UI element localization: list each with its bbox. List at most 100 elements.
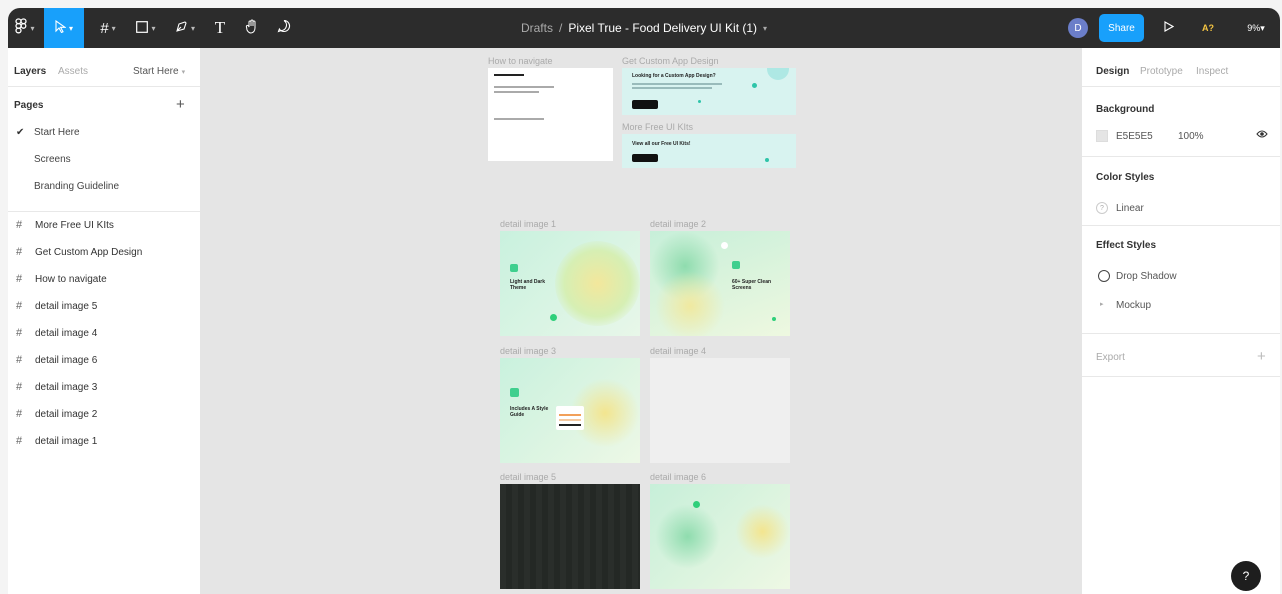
tab-design[interactable]: Design [1096,66,1129,77]
breadcrumb-drafts[interactable]: Drafts [521,21,553,35]
page-selector[interactable]: Start Here ▾ [133,66,185,77]
play-icon [1164,19,1175,37]
help-button[interactable]: ? [1231,561,1261,591]
figma-window: ▾ ▾ # ▾ ▾ ▾ T Drafts / Pixel True - Food … [8,8,1280,594]
comment-tool-button[interactable] [272,8,296,48]
frame-detail-image-3[interactable]: Includes A Style Guide [500,358,640,463]
tab-inspect[interactable]: Inspect [1196,66,1228,77]
chevron-down-icon: ▾ [151,23,156,33]
chevron-down-icon: ▾ [181,69,186,76]
move-tool-button[interactable]: ▾ [44,8,84,48]
canvas[interactable]: How to navigate Get Custom App Design Lo… [202,48,1081,594]
layer-label: detail image 2 [35,408,98,420]
page-item-screens[interactable]: Screens [34,154,71,165]
frame-more-free-ui-kits[interactable]: View all our Free UI Kits! [622,134,796,168]
layer-item[interactable]: # detail image 1 [16,431,97,451]
accessibility-warning[interactable]: A? [1196,8,1220,48]
frame-label-detail-image-4[interactable]: detail image 4 [650,346,706,356]
layer-item[interactable]: # Get Custom App Design [16,242,142,262]
frame-label-detail-image-6[interactable]: detail image 6 [650,472,706,482]
chevron-down-icon: ▾ [30,23,35,33]
layer-label: detail image 4 [35,327,98,339]
frame-icon: # [16,408,23,420]
tab-assets[interactable]: Assets [58,66,88,77]
custom-heading: Looking for a Custom App Design? [632,73,716,79]
frame-icon: # [16,246,23,258]
current-page: Start Here [133,66,179,77]
frame-icon: # [100,19,109,37]
background-opacity[interactable]: 100% [1178,131,1204,142]
text-icon: T [214,18,226,37]
layer-item[interactable]: # How to navigate [16,269,107,289]
color-styles-title: Color Styles [1096,172,1155,183]
frame-label-detail-image-1[interactable]: detail image 1 [500,219,556,229]
main-menu-button[interactable]: ▾ [8,8,42,48]
layer-label: detail image 3 [35,381,98,393]
add-page-icon[interactable]: + [176,96,185,113]
frame-icon: # [16,300,23,312]
hand-tool-button[interactable] [240,8,264,48]
frame-label-detail-image-2[interactable]: detail image 2 [650,219,706,229]
present-button[interactable] [1160,8,1178,48]
zoom-level: 9% [1247,23,1261,33]
layer-label: How to navigate [35,273,107,285]
layer-label: Get Custom App Design [35,246,143,258]
frame-detail-image-5[interactable] [500,484,640,589]
chevron-down-icon[interactable]: ▾ [763,24,767,33]
effect-group-mockup[interactable]: Mockup [1116,300,1151,311]
shape-tool-button[interactable]: ▾ [128,8,164,48]
effect-styles-title: Effect Styles [1096,240,1157,251]
background-hex[interactable]: E5E5E5 [1116,131,1153,142]
layer-item[interactable]: # detail image 3 [16,377,97,397]
share-button[interactable]: Share [1099,14,1144,42]
toolbar: ▾ ▾ # ▾ ▾ ▾ T Drafts / Pixel True - Food … [8,8,1280,48]
frame-label-get-custom-app-design[interactable]: Get Custom App Design [622,56,719,66]
add-export-icon[interactable]: + [1257,348,1266,365]
frame-icon: # [16,381,23,393]
avatar[interactable]: D [1068,18,1088,38]
text-tool-button[interactable]: T [208,8,232,48]
background-title: Background [1096,104,1155,115]
layer-item[interactable]: # detail image 2 [16,404,97,424]
frame-label-more-free-ui-kits[interactable]: More Free UI KIts [622,122,693,132]
file-name[interactable]: Pixel True - Food Delivery UI Kit (1) [568,21,757,35]
frame-get-custom-app-design[interactable]: Looking for a Custom App Design? [622,68,796,115]
hand-icon [245,19,259,38]
frame-label-how-to-navigate[interactable]: How to navigate [488,56,553,66]
frame-how-to-navigate[interactable] [488,68,613,161]
chevron-down-icon: ▾ [68,23,73,33]
chevron-right-icon[interactable]: ▸ [1100,300,1104,308]
layer-item[interactable]: # detail image 5 [16,296,97,316]
background-swatch[interactable] [1096,130,1108,142]
frame-detail-image-4[interactable] [650,358,790,463]
frame-detail-image-2[interactable]: 60+ Super Clean Screens [650,231,790,336]
color-style-linear[interactable]: Linear [1116,203,1144,214]
frame-detail-image-1[interactable]: Light and Dark Theme [500,231,640,336]
detail-1-text: Light and Dark Theme [510,279,546,291]
export-title: Export [1096,352,1125,363]
tab-layers[interactable]: Layers [14,66,46,77]
eye-icon[interactable] [1256,129,1268,142]
frame-tool-button[interactable]: # ▾ [90,8,126,48]
frame-detail-image-6[interactable] [650,484,790,589]
drop-shadow-icon [1098,270,1110,282]
frame-label-detail-image-3[interactable]: detail image 3 [500,346,556,356]
tab-prototype[interactable]: Prototype [1140,66,1183,77]
frame-icon: # [16,273,23,285]
layer-item[interactable]: # detail image 6 [16,350,97,370]
breadcrumb-separator: / [558,21,563,35]
effect-style-drop-shadow[interactable]: Drop Shadow [1116,271,1177,282]
page-item-start-here[interactable]: Start Here [34,127,80,138]
layer-item[interactable]: # More Free UI KIts [16,215,114,235]
frame-label-detail-image-5[interactable]: detail image 5 [500,472,556,482]
layer-label: detail image 6 [35,354,98,366]
pen-icon [175,20,188,37]
rectangle-icon [136,20,149,37]
layer-item[interactable]: # detail image 4 [16,323,97,343]
page-item-branding-guideline[interactable]: Branding Guideline [34,181,119,192]
pen-tool-button[interactable]: ▾ [166,8,204,48]
zoom-menu[interactable]: 9% ▾ [1238,8,1274,48]
gradient-style-icon: ? [1096,202,1108,214]
more-heading: View all our Free UI Kits! [632,141,691,147]
frame-icon: # [16,219,23,231]
